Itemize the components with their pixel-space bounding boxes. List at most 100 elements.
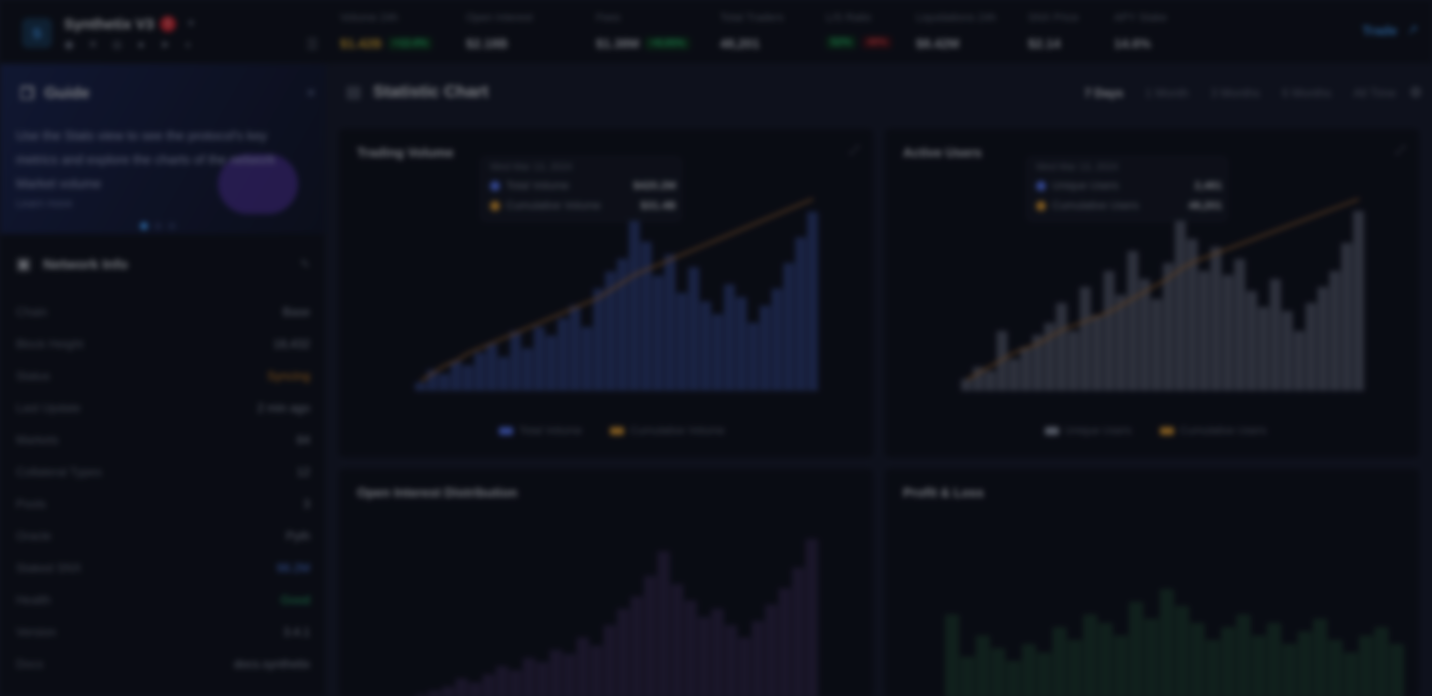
guide-title: ❐ Guide: [20, 84, 90, 104]
app-root: S Synthetix V3 1 ▾ ◉ ✕ ◎ ● ➤ ◐ ☰ Volume …: [0, 0, 1432, 696]
series-swatch: [490, 181, 500, 191]
chart-bar: [1163, 263, 1174, 391]
legend-item[interactable]: Cumulative Users: [1159, 425, 1266, 437]
chart-bar: [590, 645, 603, 696]
chart-bar: [765, 604, 778, 696]
chart-bar: [984, 371, 996, 391]
chart-tooltip: Wed Mar 13, 2024 Total Volume $420.2M Cum…: [481, 157, 681, 221]
chart-bar: [735, 297, 747, 391]
chart-bar: [1374, 627, 1389, 696]
stat-value: $1.42B: [340, 36, 382, 51]
legend-item[interactable]: Total Volume: [499, 425, 582, 437]
range-tab[interactable]: 6 Months: [1282, 86, 1331, 100]
carousel-dot[interactable]: [154, 222, 162, 230]
stat-open-interest: Open Interest $2.18B: [466, 12, 533, 56]
learn-more-link[interactable]: Learn more: [16, 198, 72, 210]
stat-label: SNX Price: [1028, 12, 1079, 24]
chart-bar: [676, 292, 688, 391]
chart-bar: [795, 237, 807, 391]
range-tab[interactable]: 1 Month: [1145, 86, 1188, 100]
legend-item[interactable]: Cumulative Volume: [609, 425, 725, 437]
telegram-icon[interactable]: ➤: [158, 38, 172, 52]
chart-bar: [1251, 635, 1266, 696]
chart-bar: [783, 263, 795, 391]
tooltip-date: Wed Mar 13, 2024: [1036, 162, 1119, 173]
edit-icon[interactable]: ✎: [300, 257, 310, 271]
range-tab[interactable]: 3 Months: [1211, 86, 1260, 100]
notification-badge[interactable]: 1: [160, 16, 176, 32]
info-row: Status Syncing: [16, 360, 310, 392]
page-title: Statistic Chart: [373, 82, 489, 101]
external-link-icon[interactable]: ↗: [1407, 22, 1418, 38]
stat-label: Fees: [596, 12, 621, 24]
stat-snx-price: SNX Price $2.14: [1028, 12, 1079, 56]
info-key: Last Update: [16, 401, 81, 415]
stat-label: Volume 24h: [340, 12, 399, 24]
chart-bar: [1236, 614, 1251, 696]
stat-value: $8.42M: [916, 36, 960, 51]
tooltip-value: $420.2M: [633, 180, 676, 192]
tooltip-series: Total Volume: [506, 180, 569, 192]
chart-bar: [1020, 347, 1032, 391]
network-icon: ▣: [16, 256, 32, 273]
sidebar-collapse-icon[interactable]: ☰: [306, 36, 319, 53]
stat-volume: Volume 24h $1.42B +12.4%: [340, 12, 433, 56]
chart-bar: [747, 322, 759, 391]
chart-bar: [1079, 287, 1091, 391]
twitter-icon[interactable]: ✕: [86, 38, 100, 52]
info-row: Version 3.4.1: [16, 616, 310, 648]
stat-label: L/S Ratio: [826, 12, 872, 24]
github-icon[interactable]: ◎: [110, 38, 124, 52]
info-value: 3: [303, 497, 310, 511]
chart-bar: [723, 284, 735, 391]
chart-bar: [1129, 601, 1144, 696]
close-icon[interactable]: ✕: [306, 86, 316, 100]
settings-icon[interactable]: ⚙: [1409, 84, 1422, 101]
chart-bar: [1151, 299, 1162, 391]
tooltip-series: Unique Users: [1052, 180, 1119, 192]
brand-name: Synthetix V3: [64, 16, 155, 33]
trade-link[interactable]: Trade: [1362, 23, 1397, 38]
carousel-dot[interactable]: [168, 222, 176, 230]
info-row: Docs docs.synthetix: [16, 648, 310, 680]
mirror-icon[interactable]: ◐: [182, 38, 196, 52]
chart-bar: [462, 365, 474, 391]
chart-icon: ▤: [346, 84, 362, 101]
tooltip-value: 48,201: [1188, 200, 1222, 212]
chart-bar: [474, 352, 486, 391]
chart-bar: [1113, 635, 1128, 696]
info-value: 84: [296, 433, 310, 447]
stat-value: $2.18B: [466, 36, 508, 51]
stat-fees: Fees $1.38M +8.05%: [596, 12, 690, 56]
range-tab[interactable]: 7 Days: [1085, 86, 1124, 100]
chart-legend: Total Volume Cumulative Volume: [499, 425, 725, 437]
chevron-down-icon[interactable]: ▾: [188, 16, 194, 30]
chart-bar: [533, 327, 545, 391]
docs-icon[interactable]: ●: [134, 38, 148, 52]
chart-bar: [1091, 315, 1103, 391]
logo-icon[interactable]: S: [22, 18, 52, 48]
chart-bar: [1341, 243, 1353, 391]
chart-bar: [441, 686, 455, 696]
range-tab[interactable]: All Time: [1353, 86, 1396, 100]
chart-bar: [778, 588, 792, 696]
carousel-dot[interactable]: [140, 222, 148, 230]
info-value: 2 min ago: [257, 401, 310, 415]
discord-icon[interactable]: ◉: [62, 38, 76, 52]
legend-item[interactable]: Unique Users: [1045, 425, 1132, 437]
info-row: Oracle Pyth: [16, 520, 310, 552]
tooltip-series: Cumulative Users: [1052, 200, 1139, 212]
chart-bar: [1021, 644, 1036, 696]
chart-bar: [428, 690, 441, 696]
info-value: Syncing: [267, 369, 310, 383]
chart-bar: [771, 288, 783, 391]
guide-title-text: Guide: [44, 85, 90, 102]
book-icon: ❐: [20, 86, 35, 103]
change-pill: +12.4%: [387, 37, 433, 50]
info-value: 3.4.1: [283, 625, 310, 639]
stat-value: 14.6%: [1114, 36, 1151, 51]
info-key: Markets: [16, 433, 59, 447]
series-swatch: [490, 201, 500, 211]
chart-bar: [1067, 331, 1079, 391]
info-row: Markets 84: [16, 424, 310, 456]
